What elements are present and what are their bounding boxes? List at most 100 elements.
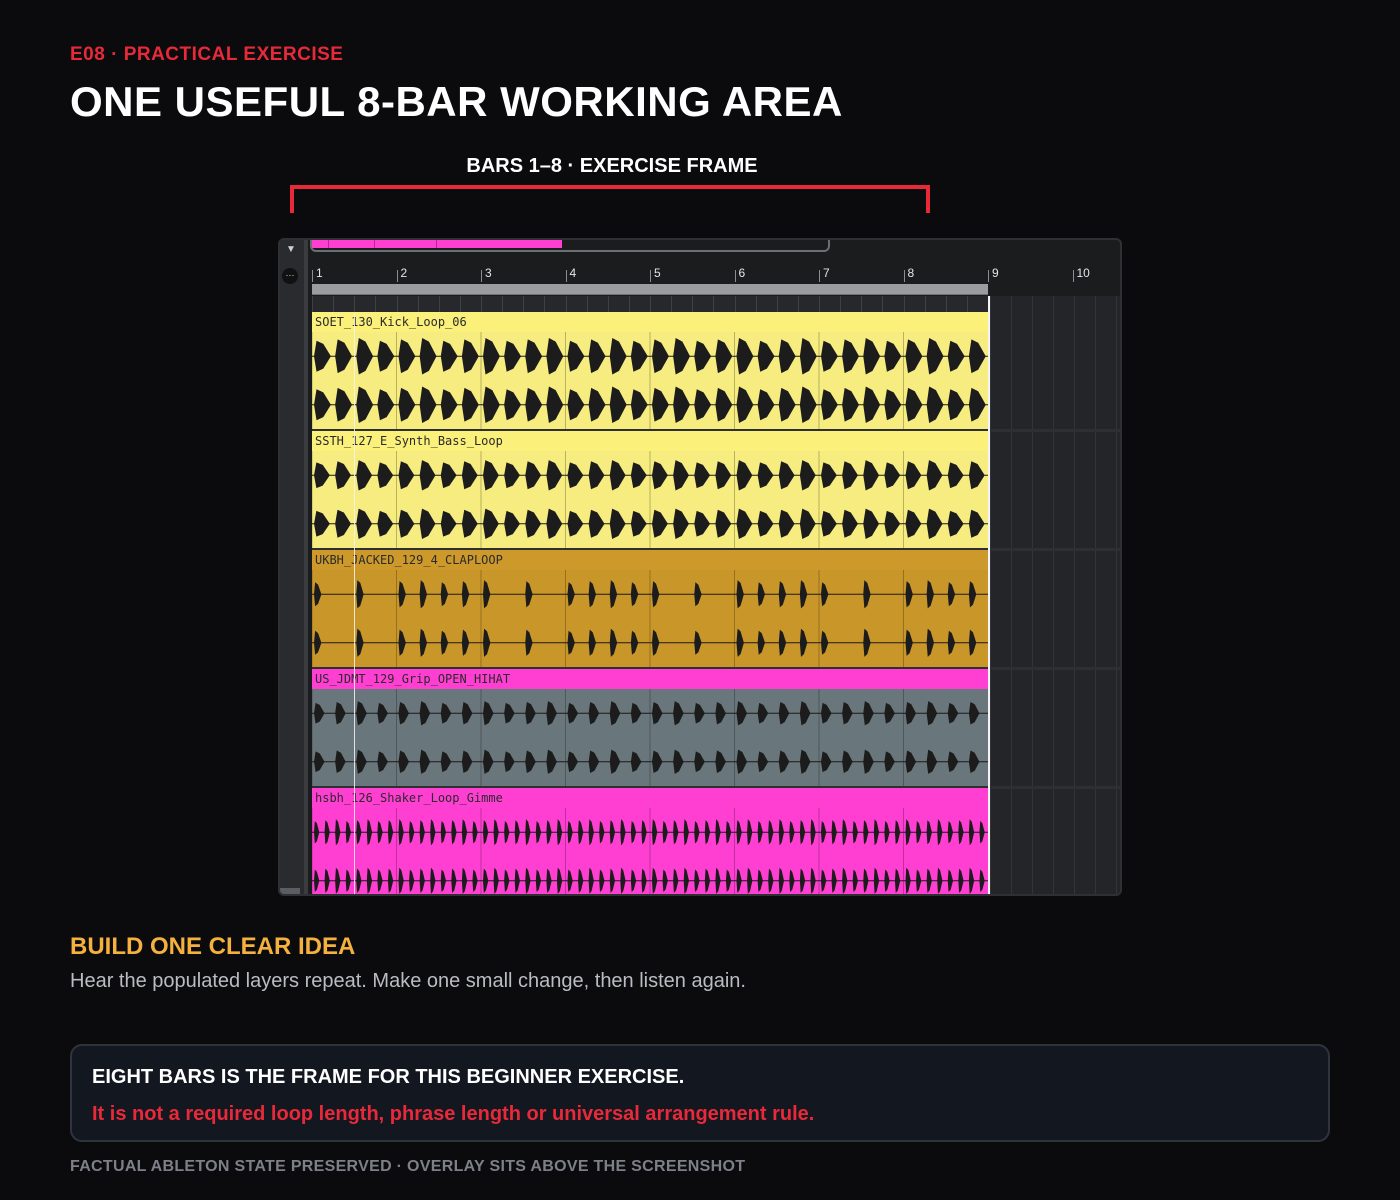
ruler-tick	[396, 270, 398, 282]
grid-line	[1053, 296, 1054, 894]
clip-end-marker	[988, 296, 990, 894]
clip-title[interactable]: SSTH_127_E_Synth_Bass_Loop	[312, 431, 988, 451]
more-options-icon[interactable]: ···	[282, 268, 298, 284]
beat-line	[333, 296, 335, 312]
beat-line	[481, 296, 482, 312]
beat-line	[882, 296, 884, 312]
ruler-tick	[819, 270, 820, 282]
beat-line	[459, 296, 461, 312]
grid-line	[1074, 296, 1075, 894]
clip-waveform[interactable]	[312, 570, 988, 667]
waveform-svg	[312, 332, 988, 429]
beat-line	[523, 296, 525, 312]
page-title: ONE USEFUL 8-BAR WORKING AREA	[70, 78, 843, 125]
waveform-svg	[312, 451, 988, 548]
ruler-tick	[988, 270, 989, 282]
eyebrow: E08 · PRACTICAL EXERCISE	[70, 44, 344, 65]
beat-line	[819, 296, 820, 312]
ruler-bar-6: 6	[738, 266, 746, 280]
audio-clip[interactable]: US_JDMT_129_Grip_OPEN_HIHAT	[312, 669, 988, 786]
scroll-tick	[374, 240, 375, 248]
grid-line	[1095, 296, 1096, 894]
note-box: EIGHT BARS IS THE FRAME FOR THIS BEGINNE…	[70, 1044, 1330, 1142]
beat-line	[861, 296, 863, 312]
loop-brace[interactable]	[312, 284, 988, 295]
beat-line	[438, 296, 440, 312]
beat-line	[417, 296, 419, 312]
beat-line	[945, 296, 947, 312]
grid-line	[990, 296, 991, 894]
clip-waveform[interactable]	[312, 808, 988, 894]
fold-triangle-icon[interactable]: ▼	[286, 244, 296, 255]
ruler-bar-10: 10	[1076, 266, 1090, 280]
clip-title[interactable]: hsbh_126_Shaker_Loop_Gimme	[312, 788, 988, 808]
clip-title[interactable]: SOET_130_Kick_Loop_06	[312, 312, 988, 332]
bar-ruler[interactable]: 1 2 3 4 5 6 7 8 9 10	[310, 262, 1120, 284]
waveform-svg	[312, 808, 988, 894]
ruler-bar-8: 8	[907, 266, 915, 280]
beat-line	[607, 296, 609, 312]
clip-title[interactable]: UKBH_JACKED_129_4_CLAPLOOP	[312, 550, 988, 570]
beat-line	[354, 296, 356, 312]
ruler-tick	[312, 270, 313, 282]
playhead	[354, 314, 355, 894]
clip-waveform[interactable]	[312, 689, 988, 786]
exercise-frame-label: BARS 1–8 · EXERCISE FRAME	[466, 155, 758, 177]
ruler-tick	[565, 270, 567, 282]
ruler-tick	[1072, 270, 1074, 282]
beat-line	[797, 296, 799, 312]
clip-waveform[interactable]	[312, 451, 988, 548]
section-subhead: BUILD ONE CLEAR IDEA	[70, 933, 356, 960]
beat-line	[565, 296, 567, 312]
ruler-bar-1: 1	[316, 266, 323, 280]
ruler-bar-7: 7	[823, 266, 830, 280]
beat-line	[713, 296, 715, 312]
clip-title[interactable]: US_JDMT_129_Grip_OPEN_HIHAT	[312, 669, 988, 689]
track-gutter: ▼ ···	[280, 240, 308, 894]
grid-line	[1011, 296, 1012, 894]
note-line-caveat: It is not a required loop length, phrase…	[92, 1103, 815, 1125]
gutter-corner	[280, 888, 300, 894]
audio-clip[interactable]: hsbh_126_Shaker_Loop_Gimme	[312, 788, 988, 894]
beat-line	[628, 296, 630, 312]
ruler-bar-2: 2	[400, 266, 408, 280]
ruler-bar-5: 5	[654, 266, 661, 280]
section-description: Hear the populated layers repeat. Make o…	[70, 970, 746, 992]
beat-line	[924, 296, 926, 312]
ruler-bar-3: 3	[485, 266, 492, 280]
ruler-tick	[650, 270, 651, 282]
arrangement-screenshot: ▼ ··· 1 2 3 4 5 6 7 8 9 10 SOET_130_Kick_Loop_06 S…	[278, 238, 1122, 896]
beat-line	[903, 296, 905, 312]
beat-line	[375, 296, 377, 312]
grid-line	[1032, 296, 1033, 894]
beat-line	[776, 296, 778, 312]
beat-line	[396, 296, 398, 312]
grid-line	[1116, 296, 1117, 894]
ruler-tick	[734, 270, 736, 282]
beat-line	[544, 296, 546, 312]
ruler-bar-4: 4	[569, 266, 577, 280]
beat-line	[692, 296, 694, 312]
beat-line	[312, 296, 313, 312]
beat-line	[671, 296, 673, 312]
waveform-svg	[312, 689, 988, 786]
clip-waveform[interactable]	[312, 332, 988, 429]
ruler-tick	[903, 270, 905, 282]
empty-arrangement-area[interactable]	[990, 296, 1120, 894]
beat-line	[966, 296, 968, 312]
beat-line	[650, 296, 651, 312]
ruler-bar-9: 9	[992, 266, 999, 280]
audio-clip[interactable]: UKBH_JACKED_129_4_CLAPLOOP	[312, 550, 988, 667]
audio-clip[interactable]: SSTH_127_E_Synth_Bass_Loop	[312, 431, 988, 548]
footer-caption: FACTUAL ABLETON STATE PRESERVED · OVERLA…	[70, 1158, 746, 1175]
note-line-main: EIGHT BARS IS THE FRAME FOR THIS BEGINNE…	[92, 1066, 685, 1088]
beat-line	[840, 296, 842, 312]
scroll-tick	[328, 240, 329, 248]
waveform-svg	[312, 570, 988, 667]
audio-clip[interactable]: SOET_130_Kick_Loop_06	[312, 312, 988, 429]
ruler-tick	[481, 270, 482, 282]
exercise-frame-bracket	[290, 185, 930, 213]
overview-scrollbar[interactable]	[310, 240, 830, 252]
beat-line	[755, 296, 757, 312]
beat-line	[586, 296, 588, 312]
